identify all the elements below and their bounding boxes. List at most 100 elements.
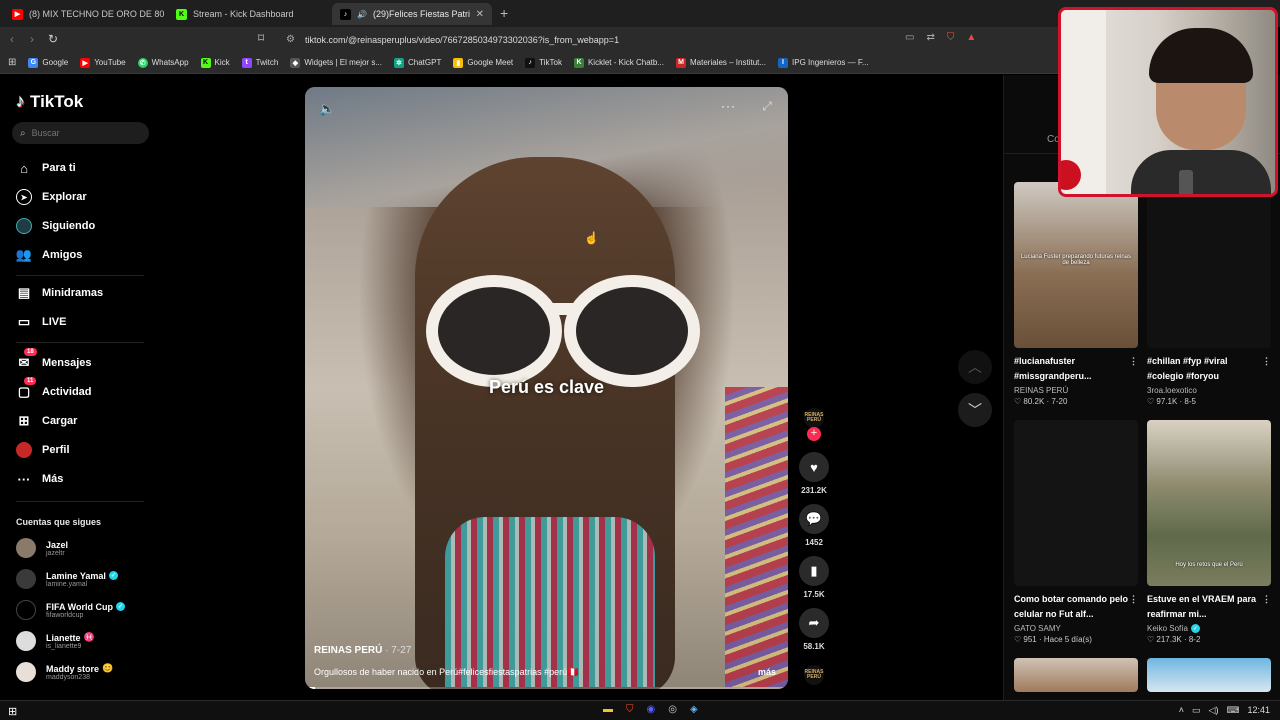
following-item-fifa[interactable]: FIFA World Cup ✓ fifaworldcup (16, 600, 125, 620)
related-video-card[interactable]: Como botar comando pelo celular no Fut a… (1014, 420, 1138, 644)
search-box[interactable]: ⌕ (12, 122, 149, 144)
save-action[interactable]: ▮ 17.5K (798, 556, 830, 599)
new-tab-button[interactable]: + (500, 5, 508, 21)
bookmark-widgets[interactable]: ◆ Widgets | El mejor s... (290, 57, 382, 68)
brave-shield-icon[interactable]: ⛉ (947, 32, 955, 43)
share-action[interactable]: ➦ 58.1K (798, 608, 830, 651)
back-icon[interactable]: ‹ (10, 32, 14, 46)
nav-mas[interactable]: ··· Más (16, 471, 64, 487)
search-input[interactable] (31, 128, 132, 138)
more-options-icon[interactable]: ··· (721, 99, 736, 113)
related-video-card[interactable] (1014, 658, 1138, 692)
bookmark-icon[interactable]: ▮ (799, 556, 829, 586)
video-player[interactable]: 🔈 ··· ⤢ Perú es clave REINAS PERÚ · 7-27… (305, 87, 788, 689)
following-item-jazel[interactable]: Jazel jazeltr (16, 538, 68, 558)
bookmark-google[interactable]: G Google (28, 57, 68, 68)
rewards-icon[interactable]: ▲ (966, 32, 976, 43)
windows-start-icon[interactable]: ⊞ (8, 705, 17, 718)
video-thumbnail[interactable] (1014, 658, 1138, 692)
folder-icon[interactable]: ▬ (603, 704, 613, 715)
card-author[interactable]: 3roa.loexotico (1147, 386, 1197, 395)
network-icon[interactable]: ▭ (1192, 705, 1201, 716)
chevron-up-icon[interactable]: ˄ (1179, 705, 1184, 716)
steam-icon[interactable]: ◈ (690, 704, 698, 715)
browser-tab-kick[interactable]: K Stream - Kick Dashboard (168, 3, 328, 25)
translate-icon[interactable]: ⇄ (926, 32, 934, 43)
heart-icon[interactable]: ♥ (799, 452, 829, 482)
bookmark-tiktok[interactable]: ♪ TikTok (525, 57, 562, 68)
video-thumbnail[interactable] (1147, 658, 1271, 692)
share-icon[interactable]: ➦ (799, 608, 829, 638)
volume-icon[interactable]: ◁) (1209, 705, 1219, 716)
card-author[interactable]: Keiko Sofía (1147, 624, 1188, 633)
bookmark-whatsapp[interactable]: ✆ WhatsApp (137, 57, 189, 68)
following-item-maddy-store[interactable]: Maddy store 😊 maddyson238 (16, 662, 113, 682)
reload-icon[interactable]: ↻ (48, 32, 58, 46)
nav-siguiendo[interactable]: Siguiendo (16, 218, 95, 234)
fullscreen-icon[interactable]: ⤢ (762, 99, 772, 114)
kebab-menu-icon[interactable]: ⋮ (1262, 354, 1271, 369)
cast-icon[interactable]: ▭ (905, 32, 914, 43)
kebab-menu-icon[interactable]: ⋮ (1129, 592, 1138, 607)
previous-video-button[interactable]: ︿ (958, 350, 992, 384)
site-settings-icon[interactable]: ⚙ (286, 34, 295, 45)
next-video-button[interactable]: ﹀ (958, 393, 992, 427)
like-action[interactable]: ♥ 231.2K (798, 452, 830, 495)
volume-icon[interactable]: 🔈 (319, 101, 335, 117)
card-author[interactable]: GATO SAMY (1014, 624, 1061, 633)
sidebar-divider (16, 275, 144, 276)
kebab-menu-icon[interactable]: ⋮ (1262, 592, 1271, 607)
browser-tab-youtube[interactable]: ▶ (8) MIX TECHNO DE ORO DE 80's & (4, 3, 164, 25)
nav-amigos[interactable]: 👥 Amigos (16, 247, 82, 263)
url-field[interactable]: ⚙ tiktok.com/@reinasperuplus/video/76672… (280, 30, 1000, 49)
following-item-lamine-yamal[interactable]: Lamine Yamal ✓ lamine.yamal (16, 569, 118, 589)
related-video-card[interactable]: Hoy los retos que el Perú Estuve en el V… (1147, 420, 1271, 644)
close-tab-icon[interactable]: ✕ (476, 9, 484, 20)
bookmark-kick[interactable]: K Kick (200, 57, 230, 68)
following-item-lianette[interactable]: Lianette ♓ is_lianette9 (16, 631, 95, 651)
obs-icon[interactable]: ◎ (668, 704, 677, 715)
bookmark-twitch[interactable]: t Twitch (241, 57, 278, 68)
video-thumbnail[interactable] (1014, 420, 1138, 586)
nav-cargar[interactable]: ⊞ Cargar (16, 413, 78, 429)
nav-actividad[interactable]: ▢ 11 Actividad (16, 377, 92, 400)
bookmark-kicklet[interactable]: K Kicklet - Kick Chatb... (573, 57, 664, 68)
video-thumbnail[interactable]: Hoy los retos que el Perú (1147, 420, 1271, 586)
nav-minidramas[interactable]: ▤ Minidramas (16, 285, 103, 301)
related-video-card[interactable]: #chillan #fyp #viral #colegio #foryou ⋮ 3… (1147, 182, 1271, 406)
video-thumbnail[interactable]: Luciana Fuster preparando futuras reinas… (1014, 182, 1138, 348)
apps-grid-icon[interactable]: ⊞ (8, 57, 16, 68)
browser-tab-tiktok[interactable]: ♪ 🔊 (29)Felices Fiestas Patrias Perú ✕ (332, 3, 492, 25)
brave-icon[interactable]: ⛉ (626, 704, 634, 715)
follow-button[interactable]: + (807, 427, 821, 441)
bookmark-ipg[interactable]: I IPG Ingenieros — F... (778, 57, 869, 68)
nav-mensajes[interactable]: ✉ 18 Mensajes (16, 348, 92, 371)
nav-explorar[interactable]: ➤ Explorar (16, 189, 87, 205)
related-video-card[interactable] (1147, 658, 1271, 692)
nav-live[interactable]: ▭ LIVE (16, 314, 67, 330)
kebab-menu-icon[interactable]: ⋮ (1129, 354, 1138, 369)
music-disc[interactable]: REINAS PERÚ (804, 665, 824, 685)
tiktok-logo[interactable]: ♪ TikTok (16, 91, 83, 112)
bookmark-google-meet[interactable]: ▮ Google Meet (453, 57, 513, 68)
bookmark-chatgpt[interactable]: ✲ ChatGPT (393, 57, 441, 68)
language-icon[interactable]: ⌨ (1226, 705, 1239, 716)
nav-para-ti[interactable]: ⌂ Para ti (16, 160, 76, 176)
nav-perfil[interactable]: Perfil (16, 442, 70, 458)
creator-avatar[interactable]: REINAS PERÚ (804, 408, 824, 428)
comment-icon[interactable]: 💬 (799, 504, 829, 534)
card-author[interactable]: REINAS PERÚ (1014, 386, 1068, 395)
bookmark-materiales[interactable]: M Materiales – Institut... (676, 57, 766, 68)
ipg-icon: I (778, 57, 789, 68)
bookmark-icon[interactable]: ⌑ (258, 31, 264, 45)
clock[interactable]: 12:41 (1247, 705, 1270, 716)
see-more-button[interactable]: más (758, 667, 776, 677)
bookmark-youtube[interactable]: ▶ YouTube (80, 57, 126, 68)
video-author[interactable]: REINAS PERÚ · 7-27 (314, 645, 411, 656)
forward-icon[interactable]: › (30, 32, 34, 46)
discord-icon[interactable]: ◉ (647, 704, 656, 715)
video-thumbnail[interactable] (1147, 182, 1271, 348)
comment-action[interactable]: 💬 1452 (798, 504, 830, 547)
related-video-card[interactable]: Luciana Fuster preparando futuras reinas… (1014, 182, 1138, 406)
video-progress-bar[interactable] (305, 687, 788, 689)
